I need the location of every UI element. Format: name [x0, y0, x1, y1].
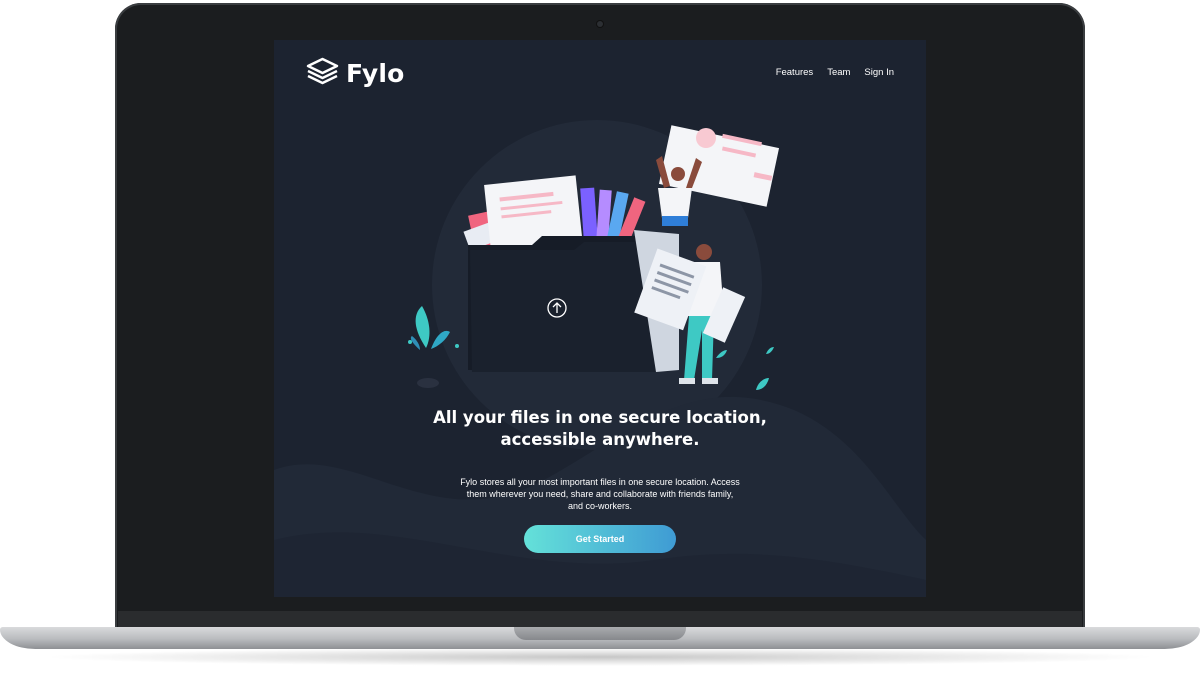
plant-left-icon	[408, 306, 459, 388]
camera-icon	[597, 21, 603, 27]
hero-title-line-1: All your files in one secure location,	[433, 408, 767, 427]
leaf-icon	[756, 378, 769, 390]
person-holding-card	[656, 125, 780, 226]
hero-illustration	[408, 125, 780, 390]
hero-title: All your files in one secure location, a…	[274, 407, 926, 451]
hero-description: Fylo stores all your most important file…	[460, 477, 740, 511]
hero-title-line-2: accessible anywhere.	[500, 430, 700, 449]
get-started-button[interactable]: Get Started	[524, 525, 676, 553]
laptop-screen: Fylo Features Team Sign In All your file…	[274, 40, 926, 597]
laptop-notch	[514, 627, 686, 640]
laptop-shadow	[40, 648, 1160, 666]
